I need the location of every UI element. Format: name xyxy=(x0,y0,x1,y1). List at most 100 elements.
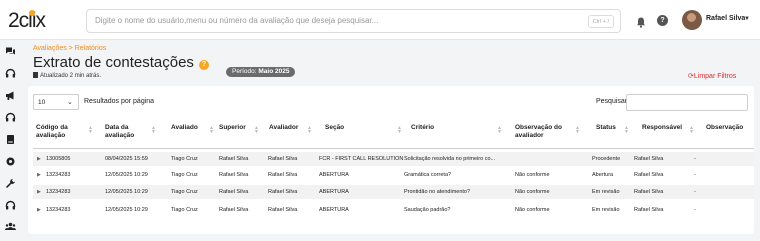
page-size-value: 10 xyxy=(38,99,46,106)
help-icon[interactable]: ? xyxy=(657,15,668,26)
cell-status: Abertura xyxy=(592,172,614,178)
sidebar xyxy=(0,40,22,241)
user-name[interactable]: Rafael Silva xyxy=(706,15,745,22)
table-row[interactable]: ▶ 13234283 12/05/2025 10:29 Tiago Cruz R… xyxy=(33,168,754,182)
cell-superior: Rafael Silva xyxy=(219,172,249,178)
expand-row-icon[interactable]: ▶ xyxy=(37,189,41,195)
headset-icon[interactable] xyxy=(5,68,16,79)
table-row[interactable]: ▶ 13234283 12/05/2025 10:29 Tiago Cruz R… xyxy=(33,203,754,217)
cell-code: 13234283 xyxy=(46,189,71,195)
column-header-note[interactable]: Observação xyxy=(706,124,743,132)
sort-icon[interactable]: ▲ ▼ xyxy=(307,126,312,135)
column-header-status[interactable]: Status xyxy=(596,124,616,132)
sort-icon[interactable]: ▲ ▼ xyxy=(497,126,502,135)
top-bar: 2clix Digite o nome do usuário,menu ou n… xyxy=(0,0,760,40)
cell-evaluator-note: Não conforme xyxy=(515,172,550,178)
cell-code: 13005805 xyxy=(46,156,71,162)
cell-evaluator-note: Não conforme xyxy=(515,189,550,195)
cell-evaluator: Rafael Silva xyxy=(268,172,298,178)
wrench-icon[interactable] xyxy=(5,178,16,189)
column-header-evaluated[interactable]: Avaliado xyxy=(171,124,198,132)
cell-criterion: Saudação padrão? xyxy=(404,207,451,213)
last-updated-text: Atualizado 2 min atrás. xyxy=(40,73,102,79)
chat-icon[interactable] xyxy=(5,46,16,57)
app-logo[interactable]: 2clix xyxy=(8,9,46,33)
megaphone-icon[interactable] xyxy=(5,90,16,101)
headset-icon[interactable] xyxy=(5,112,16,123)
column-header-superior[interactable]: Superior xyxy=(219,124,246,132)
column-header-criterion[interactable]: Critério xyxy=(411,124,434,132)
cell-evaluated: Tiago Cruz xyxy=(171,156,198,162)
column-header-code[interactable]: Código da avaliação xyxy=(36,124,86,140)
cell-evaluator: Rafael Silva xyxy=(268,156,298,162)
cell-criterion: Solicitação resolvida no primeiro co... xyxy=(404,156,496,162)
global-search-placeholder: Digite o nome do usuário,menu ou número … xyxy=(95,16,379,25)
cell-section: ABERTURA xyxy=(319,207,349,213)
cell-responsible: Rafael Silva xyxy=(634,189,664,195)
table-search-label: Pesquisar xyxy=(596,98,628,105)
calendar-icon xyxy=(33,72,38,78)
cell-status: Em revisão xyxy=(592,207,620,213)
cell-note: - xyxy=(694,172,696,178)
per-page-label: Resultados por página xyxy=(84,98,155,105)
info-icon[interactable]: ? xyxy=(199,60,209,70)
table-row[interactable]: ▶ 13234283 12/05/2025 10:29 Tiago Cruz R… xyxy=(33,185,754,199)
cell-code: 13234283 xyxy=(46,207,71,213)
cell-evaluated: Tiago Cruz xyxy=(171,172,198,178)
book-icon[interactable] xyxy=(5,134,16,145)
cell-evaluator-note: Não conforme xyxy=(515,207,550,213)
clear-filters-button[interactable]: ⟳Limpar Filtros xyxy=(688,72,736,80)
users-icon[interactable] xyxy=(5,221,16,232)
period-value: Maio 2025 xyxy=(258,68,290,75)
sort-icon[interactable]: ▲ ▼ xyxy=(209,126,214,135)
breadcrumb[interactable]: Avaliações > Relatórios xyxy=(33,45,106,52)
page-size-select[interactable]: 10 ⌄ xyxy=(33,94,79,110)
cell-evaluated: Tiago Cruz xyxy=(171,207,198,213)
cell-note: - xyxy=(694,189,696,195)
cell-section: ABERTURA xyxy=(319,189,349,195)
cell-superior: Rafael Silva xyxy=(219,156,249,162)
cell-date: 12/05/2025 10:29 xyxy=(105,172,148,178)
table-search-input[interactable] xyxy=(626,94,748,111)
expand-row-icon[interactable]: ▶ xyxy=(37,156,41,162)
cell-status: Em revisão xyxy=(592,189,620,195)
cell-responsible: Rafael Silva xyxy=(634,156,664,162)
cell-status: Procedente xyxy=(592,156,621,162)
page-title: Extrato de contestações xyxy=(33,54,194,71)
cell-superior: Rafael Silva xyxy=(219,189,249,195)
gear-icon[interactable] xyxy=(5,156,16,167)
bell-icon[interactable] xyxy=(636,15,646,28)
period-badge: Período: Maio 2025 xyxy=(226,67,296,77)
period-label: Período: xyxy=(232,68,257,75)
sort-icon[interactable]: ▲ ▼ xyxy=(151,126,156,135)
column-header-date[interactable]: Data da avaliação xyxy=(105,124,155,140)
cell-section: FCR - FIRST CALL RESOLUTION xyxy=(319,156,404,162)
cell-evaluator: Rafael Silva xyxy=(268,189,298,195)
cell-responsible: Rafael Silva xyxy=(634,207,664,213)
table-row[interactable]: ▶ 13005805 08/04/2025 15:59 Tiago Cruz R… xyxy=(33,152,754,166)
headset-icon[interactable] xyxy=(5,200,16,211)
chevron-down-icon: ⌄ xyxy=(67,99,73,106)
column-header-evaluator-note[interactable]: Observação do avaliador xyxy=(515,124,583,140)
avatar[interactable] xyxy=(682,10,702,30)
column-header-responsible[interactable]: Responsável xyxy=(642,124,682,132)
expand-row-icon[interactable]: ▶ xyxy=(37,207,41,213)
last-updated: Atualizado 2 min atrás. xyxy=(33,72,101,79)
sort-asc-icon[interactable]: ▲ ▼ xyxy=(88,126,93,135)
sort-icon[interactable]: ▲ ▼ xyxy=(397,126,402,135)
report-card: 10 ⌄ Resultados por página Pesquisar Cód… xyxy=(28,86,754,234)
sort-icon[interactable]: ▲ ▼ xyxy=(575,126,580,135)
sort-icon[interactable]: ▲ ▼ xyxy=(689,126,694,135)
cell-code: 13234283 xyxy=(46,172,71,178)
expand-row-icon[interactable]: ▶ xyxy=(37,172,41,178)
global-search-input[interactable]: Digite o nome do usuário,menu ou número … xyxy=(86,9,621,33)
chevron-down-icon[interactable]: ▼ xyxy=(744,16,750,22)
sort-icon[interactable]: ▲ ▼ xyxy=(254,126,259,135)
sort-icon[interactable]: ▲ ▼ xyxy=(624,126,629,135)
logo-dot xyxy=(29,10,35,16)
cell-responsible: Rafael Silva xyxy=(634,172,664,178)
column-header-section[interactable]: Seção xyxy=(325,124,344,132)
cell-note: - xyxy=(694,207,696,213)
column-header-evaluator[interactable]: Avaliador xyxy=(269,124,298,132)
cell-criterion: Gramática correta? xyxy=(404,172,452,178)
